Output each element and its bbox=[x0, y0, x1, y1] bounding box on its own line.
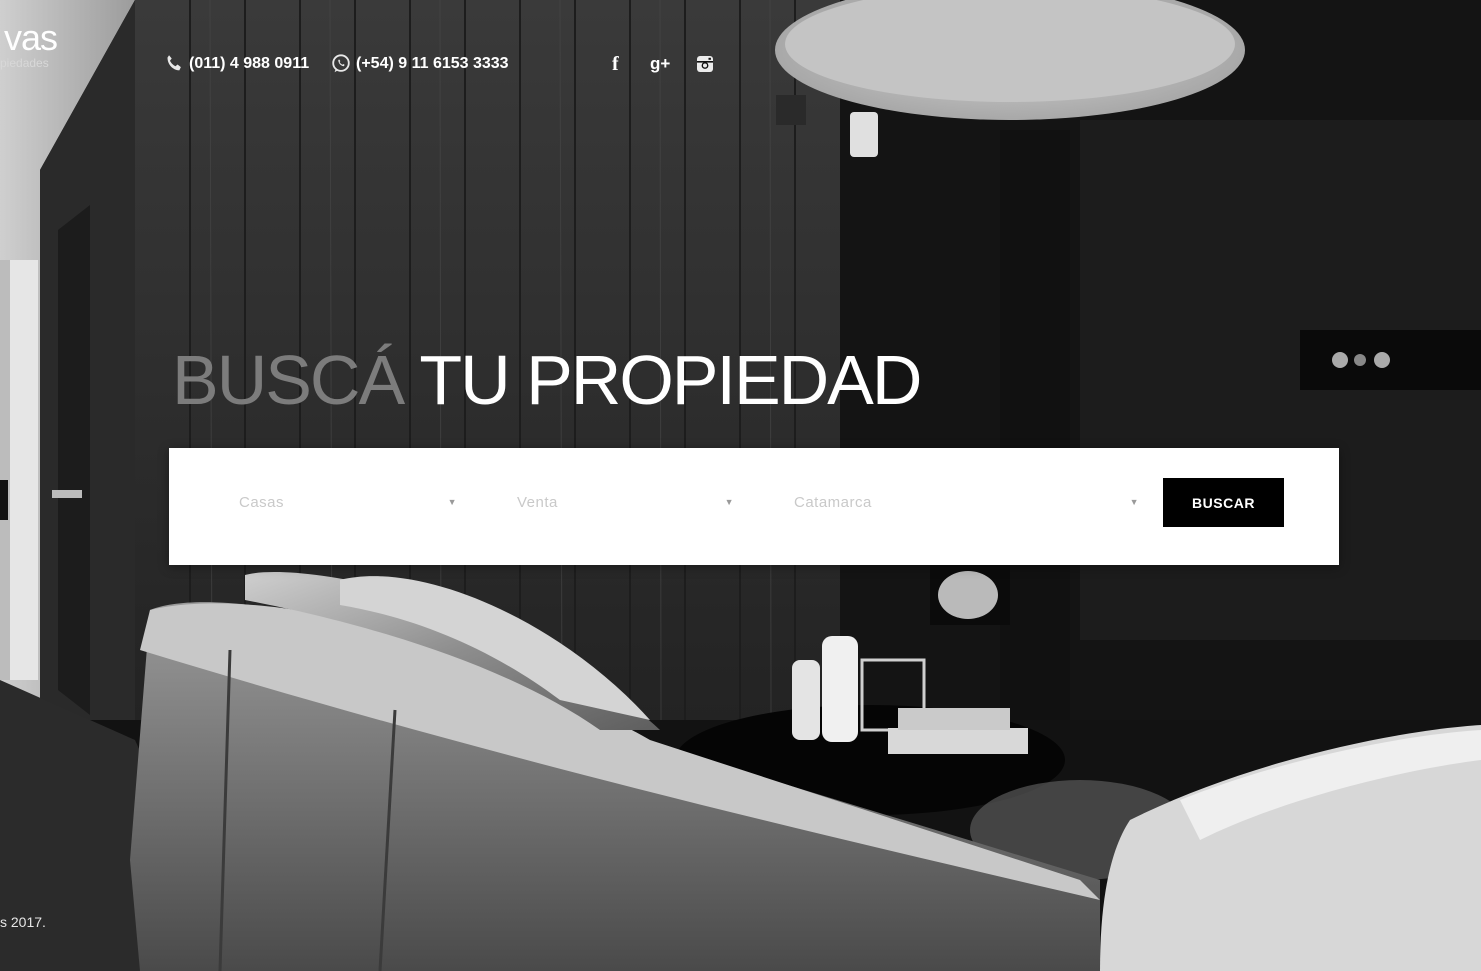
logo-tagline: piedades bbox=[0, 56, 49, 70]
google-plus-icon: g+ bbox=[650, 54, 671, 73]
chevron-down-icon: ▼ bbox=[1129, 497, 1139, 507]
whatsapp-number: (+54) 9 11 6153 3333 bbox=[356, 55, 509, 72]
hero-title-bright: TU PROPIEDAD bbox=[419, 341, 922, 419]
site-logo[interactable]: vas piedades bbox=[0, 20, 58, 71]
contact-phone[interactable]: (011) 4 988 0911 bbox=[163, 50, 309, 78]
search-button[interactable]: BUSCAR bbox=[1163, 478, 1284, 527]
property-type-value: Casas bbox=[239, 493, 285, 511]
whatsapp-icon bbox=[332, 54, 350, 73]
instagram-icon bbox=[697, 56, 713, 72]
google-plus-link[interactable]: g+ bbox=[650, 50, 670, 78]
phone-icon bbox=[167, 55, 181, 71]
operation-select[interactable]: Venta ▼ bbox=[517, 488, 734, 516]
instagram-link[interactable] bbox=[696, 50, 714, 78]
location-select[interactable]: Catamarca ▼ bbox=[794, 488, 1139, 516]
logo-wordmark: vas bbox=[4, 17, 58, 58]
hero-section: vas piedades (011) 4 988 0911 (+54) 9 11… bbox=[0, 0, 1481, 971]
facebook-link[interactable]: f bbox=[612, 50, 619, 78]
copyright-text: s 2017. bbox=[0, 914, 46, 930]
facebook-icon: f bbox=[612, 52, 619, 75]
hero-title: BUSCÁ TU PROPIEDAD bbox=[172, 340, 922, 420]
property-type-select[interactable]: Casas ▼ bbox=[239, 488, 457, 516]
operation-value: Venta bbox=[517, 493, 558, 511]
phone-number: (011) 4 988 0911 bbox=[189, 55, 310, 72]
contact-whatsapp[interactable]: (+54) 9 11 6153 3333 bbox=[330, 50, 509, 78]
hero-title-dim: BUSCÁ bbox=[172, 341, 405, 419]
property-search-form: Casas ▼ Venta ▼ Catamarca ▼ BUSCAR bbox=[169, 448, 1339, 565]
location-value: Catamarca bbox=[794, 493, 872, 511]
chevron-down-icon: ▼ bbox=[447, 497, 457, 507]
chevron-down-icon: ▼ bbox=[724, 497, 734, 507]
